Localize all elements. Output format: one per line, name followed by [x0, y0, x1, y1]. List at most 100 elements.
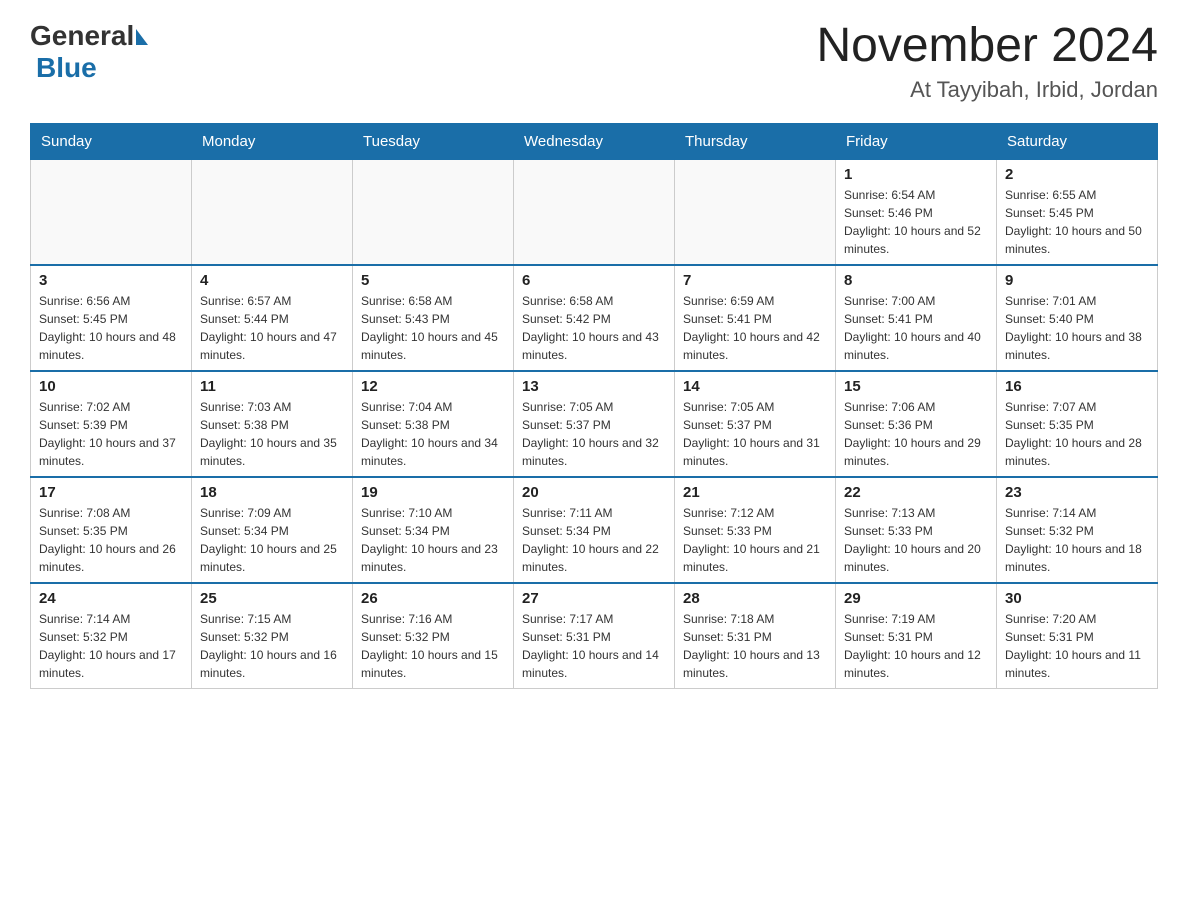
- day-number: 1: [844, 166, 988, 183]
- calendar-cell: [675, 159, 836, 265]
- day-number: 23: [1005, 484, 1149, 501]
- day-info: Sunrise: 7:17 AM Sunset: 5:31 PM Dayligh…: [522, 610, 666, 682]
- day-number: 10: [39, 378, 183, 395]
- day-number: 21: [683, 484, 827, 501]
- day-info: Sunrise: 7:03 AM Sunset: 5:38 PM Dayligh…: [200, 398, 344, 470]
- week-row-3: 10 Sunrise: 7:02 AM Sunset: 5:39 PM Dayli…: [31, 371, 1158, 477]
- day-number: 4: [200, 272, 344, 289]
- day-number: 5: [361, 272, 505, 289]
- calendar-cell: 17 Sunrise: 7:08 AM Sunset: 5:35 PM Dayli…: [31, 477, 192, 583]
- calendar-cell: 12 Sunrise: 7:04 AM Sunset: 5:38 PM Dayli…: [353, 371, 514, 477]
- day-info: Sunrise: 7:12 AM Sunset: 5:33 PM Dayligh…: [683, 504, 827, 576]
- calendar-cell: [192, 159, 353, 265]
- day-info: Sunrise: 6:55 AM Sunset: 5:45 PM Dayligh…: [1005, 186, 1149, 258]
- weekday-header-saturday: Saturday: [997, 124, 1158, 159]
- day-info: Sunrise: 6:54 AM Sunset: 5:46 PM Dayligh…: [844, 186, 988, 258]
- day-info: Sunrise: 6:56 AM Sunset: 5:45 PM Dayligh…: [39, 292, 183, 364]
- calendar-cell: 23 Sunrise: 7:14 AM Sunset: 5:32 PM Dayli…: [997, 477, 1158, 583]
- day-number: 9: [1005, 272, 1149, 289]
- day-info: Sunrise: 7:20 AM Sunset: 5:31 PM Dayligh…: [1005, 610, 1149, 682]
- logo-general-text: General: [30, 20, 134, 52]
- calendar-cell: 24 Sunrise: 7:14 AM Sunset: 5:32 PM Dayli…: [31, 583, 192, 689]
- logo: General Blue: [30, 20, 148, 84]
- day-info: Sunrise: 7:19 AM Sunset: 5:31 PM Dayligh…: [844, 610, 988, 682]
- calendar-cell: 18Sunrise: 7:09 AM Sunset: 5:34 PM Dayli…: [192, 477, 353, 583]
- calendar-cell: 3 Sunrise: 6:56 AM Sunset: 5:45 PM Daylig…: [31, 265, 192, 371]
- day-info: Sunrise: 6:59 AM Sunset: 5:41 PM Dayligh…: [683, 292, 827, 364]
- day-number: 25: [200, 590, 344, 607]
- day-number: 27: [522, 590, 666, 607]
- day-number: 2: [1005, 166, 1149, 183]
- day-info: Sunrise: 7:14 AM Sunset: 5:32 PM Dayligh…: [39, 610, 183, 682]
- calendar-cell: 5Sunrise: 6:58 AM Sunset: 5:43 PM Daylig…: [353, 265, 514, 371]
- calendar-cell: 20 Sunrise: 7:11 AM Sunset: 5:34 PM Dayli…: [514, 477, 675, 583]
- day-number: 28: [683, 590, 827, 607]
- day-info: Sunrise: 7:05 AM Sunset: 5:37 PM Dayligh…: [683, 398, 827, 470]
- week-row-4: 17 Sunrise: 7:08 AM Sunset: 5:35 PM Dayli…: [31, 477, 1158, 583]
- calendar-cell: 6 Sunrise: 6:58 AM Sunset: 5:42 PM Daylig…: [514, 265, 675, 371]
- calendar-cell: 1 Sunrise: 6:54 AM Sunset: 5:46 PM Daylig…: [836, 159, 997, 265]
- calendar-cell: 15 Sunrise: 7:06 AM Sunset: 5:36 PM Dayli…: [836, 371, 997, 477]
- calendar-cell: 4 Sunrise: 6:57 AM Sunset: 5:44 PM Daylig…: [192, 265, 353, 371]
- calendar-cell: 26 Sunrise: 7:16 AM Sunset: 5:32 PM Dayli…: [353, 583, 514, 689]
- day-number: 8: [844, 272, 988, 289]
- day-number: 22: [844, 484, 988, 501]
- calendar-cell: 25Sunrise: 7:15 AM Sunset: 5:32 PM Dayli…: [192, 583, 353, 689]
- calendar-cell: [353, 159, 514, 265]
- day-number: 12: [361, 378, 505, 395]
- weekday-header-sunday: Sunday: [31, 124, 192, 159]
- calendar-cell: 7 Sunrise: 6:59 AM Sunset: 5:41 PM Daylig…: [675, 265, 836, 371]
- day-info: Sunrise: 7:06 AM Sunset: 5:36 PM Dayligh…: [844, 398, 988, 470]
- day-number: 29: [844, 590, 988, 607]
- day-info: Sunrise: 7:04 AM Sunset: 5:38 PM Dayligh…: [361, 398, 505, 470]
- calendar-cell: 27 Sunrise: 7:17 AM Sunset: 5:31 PM Dayli…: [514, 583, 675, 689]
- calendar-cell: 14 Sunrise: 7:05 AM Sunset: 5:37 PM Dayli…: [675, 371, 836, 477]
- title-section: November 2024 At Tayyibah, Irbid, Jordan: [816, 20, 1158, 103]
- calendar-cell: 29 Sunrise: 7:19 AM Sunset: 5:31 PM Dayli…: [836, 583, 997, 689]
- calendar-cell: 19 Sunrise: 7:10 AM Sunset: 5:34 PM Dayli…: [353, 477, 514, 583]
- calendar-cell: 9Sunrise: 7:01 AM Sunset: 5:40 PM Daylig…: [997, 265, 1158, 371]
- day-number: 3: [39, 272, 183, 289]
- day-info: Sunrise: 7:11 AM Sunset: 5:34 PM Dayligh…: [522, 504, 666, 576]
- day-info: Sunrise: 7:13 AM Sunset: 5:33 PM Dayligh…: [844, 504, 988, 576]
- day-number: 7: [683, 272, 827, 289]
- day-number: 13: [522, 378, 666, 395]
- calendar-cell: 11 Sunrise: 7:03 AM Sunset: 5:38 PM Dayli…: [192, 371, 353, 477]
- day-number: 24: [39, 590, 183, 607]
- weekday-header-wednesday: Wednesday: [514, 124, 675, 159]
- day-number: 19: [361, 484, 505, 501]
- calendar-cell: [31, 159, 192, 265]
- day-info: Sunrise: 7:08 AM Sunset: 5:35 PM Dayligh…: [39, 504, 183, 576]
- day-number: 20: [522, 484, 666, 501]
- week-row-5: 24 Sunrise: 7:14 AM Sunset: 5:32 PM Dayli…: [31, 583, 1158, 689]
- day-info: Sunrise: 7:09 AM Sunset: 5:34 PM Dayligh…: [200, 504, 344, 576]
- day-info: Sunrise: 7:02 AM Sunset: 5:39 PM Dayligh…: [39, 398, 183, 470]
- day-info: Sunrise: 7:16 AM Sunset: 5:32 PM Dayligh…: [361, 610, 505, 682]
- calendar-cell: 13Sunrise: 7:05 AM Sunset: 5:37 PM Dayli…: [514, 371, 675, 477]
- calendar-cell: 16Sunrise: 7:07 AM Sunset: 5:35 PM Dayli…: [997, 371, 1158, 477]
- day-number: 26: [361, 590, 505, 607]
- day-number: 15: [844, 378, 988, 395]
- calendar-cell: 10 Sunrise: 7:02 AM Sunset: 5:39 PM Dayli…: [31, 371, 192, 477]
- day-info: Sunrise: 7:10 AM Sunset: 5:34 PM Dayligh…: [361, 504, 505, 576]
- day-info: Sunrise: 7:14 AM Sunset: 5:32 PM Dayligh…: [1005, 504, 1149, 576]
- day-info: Sunrise: 7:18 AM Sunset: 5:31 PM Dayligh…: [683, 610, 827, 682]
- calendar-cell: 8Sunrise: 7:00 AM Sunset: 5:41 PM Daylig…: [836, 265, 997, 371]
- day-info: Sunrise: 6:58 AM Sunset: 5:42 PM Dayligh…: [522, 292, 666, 364]
- day-number: 11: [200, 378, 344, 395]
- day-info: Sunrise: 6:57 AM Sunset: 5:44 PM Dayligh…: [200, 292, 344, 364]
- day-number: 6: [522, 272, 666, 289]
- calendar-cell: 30Sunrise: 7:20 AM Sunset: 5:31 PM Dayli…: [997, 583, 1158, 689]
- location-subtitle: At Tayyibah, Irbid, Jordan: [816, 77, 1158, 103]
- calendar-cell: [514, 159, 675, 265]
- calendar-table: SundayMondayTuesdayWednesdayThursdayFrid…: [30, 123, 1158, 689]
- day-info: Sunrise: 7:07 AM Sunset: 5:35 PM Dayligh…: [1005, 398, 1149, 470]
- page-header: General Blue November 2024 At Tayyibah, …: [30, 20, 1158, 103]
- month-year-title: November 2024: [816, 20, 1158, 73]
- weekday-header-monday: Monday: [192, 124, 353, 159]
- calendar-cell: 28 Sunrise: 7:18 AM Sunset: 5:31 PM Dayli…: [675, 583, 836, 689]
- week-row-2: 3 Sunrise: 6:56 AM Sunset: 5:45 PM Daylig…: [31, 265, 1158, 371]
- day-number: 17: [39, 484, 183, 501]
- day-number: 14: [683, 378, 827, 395]
- week-row-1: 1 Sunrise: 6:54 AM Sunset: 5:46 PM Daylig…: [31, 159, 1158, 265]
